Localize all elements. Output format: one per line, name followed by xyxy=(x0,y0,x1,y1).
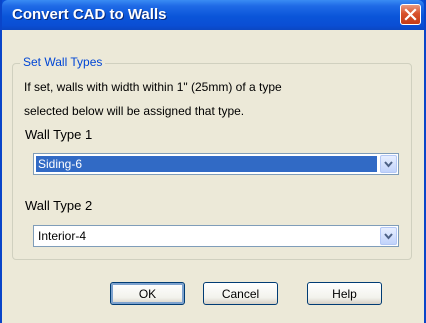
wall-type-2-select[interactable]: Interior-4 xyxy=(33,225,399,247)
wall-type-1-value: Siding-6 xyxy=(38,157,83,171)
selection-highlight xyxy=(36,156,377,172)
wall-type-2-label: Wall Type 2 xyxy=(25,198,93,213)
cancel-button[interactable]: Cancel xyxy=(203,282,278,305)
help-button[interactable]: Help xyxy=(307,282,382,305)
wall-type-1-label: Wall Type 1 xyxy=(25,127,93,142)
wall-type-1-dropdown-button[interactable] xyxy=(380,155,397,173)
window-title: Convert CAD to Walls xyxy=(12,6,167,23)
group-title: Set Wall Types xyxy=(20,55,106,69)
chevron-down-icon xyxy=(384,233,393,240)
description-line-2: selected below will be assigned that typ… xyxy=(24,104,245,118)
close-button[interactable] xyxy=(400,4,421,25)
description-line-1: If set, walls with width within 1" (25mm… xyxy=(24,80,282,94)
wall-type-2-value: Interior-4 xyxy=(38,229,87,243)
wall-type-1-select[interactable]: Siding-6 xyxy=(33,153,399,175)
title-bar[interactable]: Convert CAD to Walls xyxy=(2,0,424,30)
ok-button[interactable]: OK xyxy=(110,282,185,305)
close-icon xyxy=(404,8,417,21)
chevron-down-icon xyxy=(384,161,393,168)
wall-type-2-dropdown-button[interactable] xyxy=(380,227,397,245)
